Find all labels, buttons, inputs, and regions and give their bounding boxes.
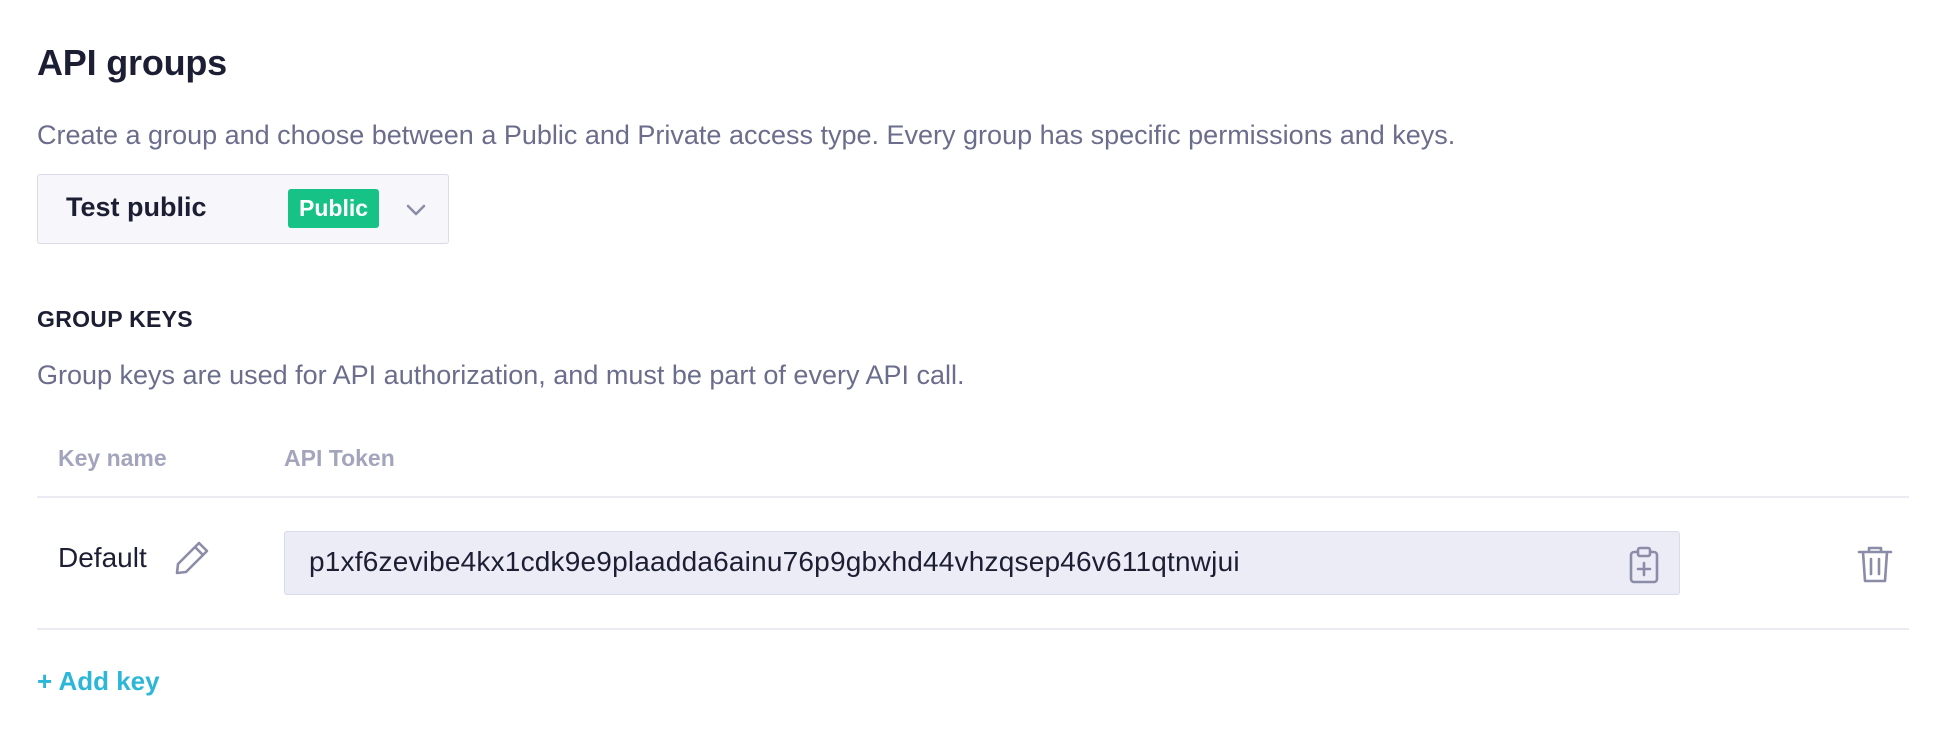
trash-icon[interactable] [1856,544,1894,584]
key-name-cell: Default [58,542,147,573]
table-divider [37,628,1909,630]
table-divider [37,496,1909,498]
group-keys-description: Group keys are used for API authorizatio… [37,360,965,390]
group-keys-heading: GROUP KEYS [37,306,193,332]
page-description: Create a group and choose between a Publ… [37,120,1456,150]
clipboard-icon[interactable] [1627,546,1661,584]
page-title: API groups [37,42,228,83]
chevron-down-icon [403,197,429,223]
api-token-value[interactable]: p1xf6zevibe4kx1cdk9e9plaadda6ainu76p9gbx… [309,546,1240,578]
access-type-badge: Public [288,189,380,228]
group-select-dropdown[interactable]: Test public Public [37,174,449,244]
pencil-icon[interactable] [172,538,212,578]
add-key-link[interactable]: + Add key [37,666,160,697]
column-header-api-token: API Token [284,445,395,471]
api-groups-page: API groups Create a group and choose bet… [0,0,1954,752]
column-header-key-name: Key name [58,445,167,471]
api-token-field[interactable]: p1xf6zevibe4kx1cdk9e9plaadda6ainu76p9gbx… [284,531,1680,595]
selected-group-name: Test public [66,192,207,222]
